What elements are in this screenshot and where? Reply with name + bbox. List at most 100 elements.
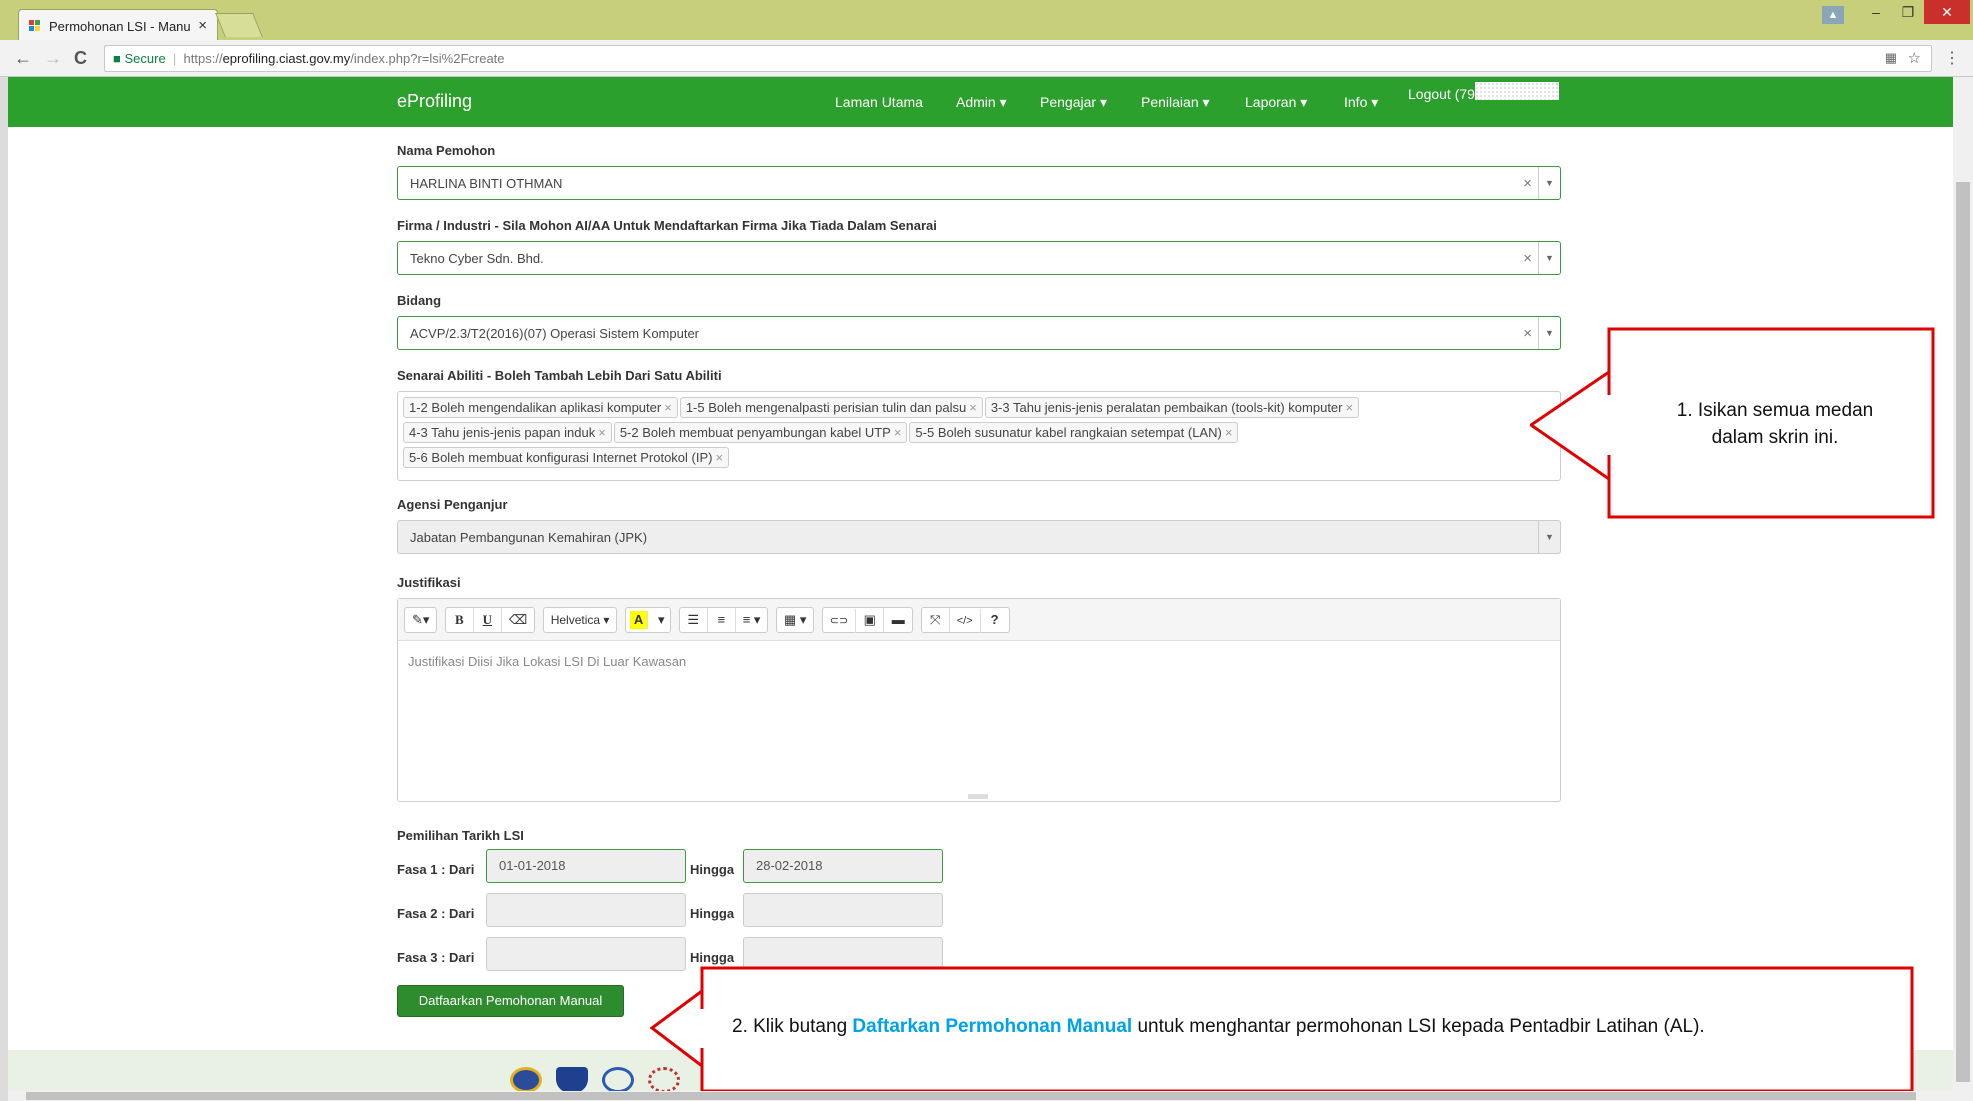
- color-dropdown-icon[interactable]: ▾: [652, 608, 670, 632]
- browser-tab-strip: Permohonan LSI - Manu × ▲ – ❐ ✕: [0, 0, 1973, 40]
- bold-button[interactable]: B: [446, 608, 474, 632]
- url-path: /index.php?r=lsi%2Fcreate: [350, 51, 505, 66]
- translate-icon[interactable]: ▦: [1885, 50, 1897, 66]
- firma-select[interactable]: Tekno Cyber Sdn. Bhd. × ▼: [397, 241, 1561, 275]
- url-field[interactable]: ■ Secure | https://eprofiling.ciast.gov.…: [104, 45, 1932, 72]
- agensi-value: Jabatan Pembangunan Kemahiran (JPK): [410, 530, 648, 545]
- link-icon[interactable]: ⊂⊃: [823, 609, 857, 633]
- editor-placeholder[interactable]: Justifikasi Diisi Jika Lokasi LSI Di Lua…: [398, 641, 1560, 682]
- abiliti-multiselect[interactable]: 1-2 Boleh mengendalikan aplikasi kompute…: [397, 391, 1561, 481]
- bidang-label: Bidang: [397, 293, 442, 308]
- fasa-1-to-input[interactable]: 28-02-2018: [743, 849, 943, 883]
- callout-1-line2: dalam skrin ini.: [1711, 427, 1839, 448]
- table-icon[interactable]: ▦ ▾: [777, 608, 813, 632]
- favicon-icon: [29, 20, 41, 32]
- help-icon[interactable]: ?: [981, 608, 1009, 632]
- nama-label: Nama Pemohon: [397, 143, 496, 158]
- new-tab-button[interactable]: [215, 13, 263, 37]
- profile-icon[interactable]: ▲: [1822, 6, 1844, 24]
- nav-penilaian[interactable]: Penilaian ▾: [1141, 94, 1210, 111]
- font-family-select[interactable]: Helvetica ▾: [544, 608, 617, 632]
- daftarkan-permohonan-button[interactable]: Datfaarkan Pemohonan Manual: [397, 985, 624, 1017]
- firma-value: Tekno Cyber Sdn. Bhd.: [410, 251, 544, 266]
- star-icon[interactable]: ☆: [1908, 49, 1921, 67]
- remove-chip-icon[interactable]: ×: [969, 400, 977, 415]
- clear-icon[interactable]: ×: [1523, 250, 1532, 267]
- remove-chip-icon[interactable]: ×: [664, 400, 672, 415]
- magic-wand-icon[interactable]: ✎▾: [405, 608, 436, 632]
- caret-icon: ▾: [1300, 94, 1308, 110]
- menu-icon[interactable]: ⋮: [1944, 48, 1960, 68]
- close-window-button[interactable]: ✕: [1924, 0, 1970, 24]
- reload-icon[interactable]: C: [74, 48, 87, 69]
- caret-icon: ▾: [1202, 94, 1210, 110]
- nav-admin[interactable]: Admin ▾: [956, 94, 1007, 111]
- abiliti-label: Senarai Abiliti - Boleh Tambah Lebih Dar…: [397, 368, 722, 383]
- nav-info[interactable]: Info ▾: [1344, 94, 1378, 111]
- justifikasi-editor[interactable]: ✎▾ B U ⌫ Helvetica ▾ A ▾ ☰ ≡ ≡ ▾ ▦ ▾ ⊂⊃ ▣ ▬ ⤧ </…: [397, 598, 1561, 802]
- remove-chip-icon[interactable]: ×: [1346, 400, 1354, 415]
- scrollbar-thumb[interactable]: [1956, 182, 1970, 1082]
- bidang-select[interactable]: ACVP/2.3/T2(2016)(07) Operasi Sistem Kom…: [397, 316, 1561, 350]
- fullscreen-icon[interactable]: ⤧: [922, 608, 950, 632]
- remove-chip-icon[interactable]: ×: [598, 425, 606, 440]
- eraser-icon[interactable]: ⌫: [502, 608, 534, 632]
- minimize-button[interactable]: –: [1860, 0, 1892, 24]
- fasa-2-from-input[interactable]: [486, 893, 686, 927]
- fasa-2-to-input[interactable]: [743, 893, 943, 927]
- caret-icon: ▾: [999, 94, 1007, 110]
- clear-icon[interactable]: ×: [1523, 175, 1532, 192]
- code-view-icon[interactable]: </>: [950, 609, 981, 633]
- bidang-value: ACVP/2.3/T2(2016)(07) Operasi Sistem Kom…: [410, 326, 700, 341]
- nav-pengajar[interactable]: Pengajar ▾: [1040, 94, 1107, 111]
- editor-toolbar: ✎▾ B U ⌫ Helvetica ▾ A ▾ ☰ ≡ ≡ ▾ ▦ ▾ ⊂⊃ ▣ ▬ ⤧ </…: [398, 599, 1560, 641]
- abiliti-chip: 1-5 Boleh mengenalpasti perisian tulin d…: [679, 397, 983, 418]
- nama-select[interactable]: HARLINA BINTI OTHMAN × ▼: [397, 166, 1561, 200]
- navbar: eProfiling Laman Utama Admin ▾ Pengajar …: [8, 77, 1953, 127]
- agency-logo-icon: [510, 1067, 542, 1093]
- underline-button[interactable]: U: [474, 608, 502, 632]
- remove-chip-icon[interactable]: ×: [894, 425, 902, 440]
- abiliti-chip: 1-2 Boleh mengendalikan aplikasi kompute…: [403, 397, 678, 418]
- chevron-down-icon: ▼: [1538, 521, 1560, 553]
- justifikasi-label: Justifikasi: [397, 575, 461, 590]
- back-icon[interactable]: ←: [14, 48, 32, 69]
- forward-icon[interactable]: →: [44, 48, 62, 69]
- horizontal-scrollbar[interactable]: [8, 1091, 1953, 1101]
- bullet-list-icon[interactable]: ☰: [680, 608, 708, 632]
- caret-icon: ▾: [1371, 94, 1379, 110]
- nav-logout[interactable]: Logout (79: [1408, 82, 1559, 102]
- redacted-username: [1474, 82, 1559, 100]
- fasa-1-hingga-label: Hingga: [690, 862, 735, 877]
- nav-laporan[interactable]: Laporan ▾: [1245, 94, 1307, 111]
- video-icon[interactable]: ▬: [884, 608, 912, 632]
- close-tab-icon[interactable]: ×: [198, 17, 207, 34]
- callout-1: 1. Isikan semua medan dalam skrin ini.: [1530, 327, 1935, 519]
- secure-label: Secure: [124, 51, 166, 66]
- resize-handle[interactable]: [968, 794, 988, 799]
- jtm-logo-icon: [602, 1067, 634, 1093]
- nama-value: HARLINA BINTI OTHMAN: [410, 176, 563, 191]
- vertical-scrollbar[interactable]: [1953, 77, 1973, 1101]
- ordered-list-icon[interactable]: ≡: [708, 608, 736, 632]
- ciast-logo-icon: [556, 1067, 588, 1093]
- callout-2-prefix: 2. Klik butang: [732, 1016, 853, 1037]
- nav-laman-utama[interactable]: Laman Utama: [835, 94, 923, 110]
- abiliti-chip: 5-5 Boleh susunatur kabel rangkaian sete…: [909, 422, 1239, 443]
- remove-chip-icon[interactable]: ×: [1225, 425, 1233, 440]
- brand-logo[interactable]: eProfiling: [397, 91, 472, 112]
- restore-button[interactable]: ❐: [1892, 0, 1924, 24]
- scrollbar-thumb[interactable]: [26, 1092, 1916, 1100]
- browser-tab[interactable]: Permohonan LSI - Manu ×: [18, 9, 218, 40]
- remove-chip-icon[interactable]: ×: [715, 450, 723, 465]
- abiliti-chip: 5-2 Boleh membuat penyambungan kabel UTP…: [613, 422, 908, 443]
- fasa-1-from-input[interactable]: 01-01-2018: [486, 849, 686, 883]
- align-icon[interactable]: ≡ ▾: [736, 608, 768, 632]
- fasa-3-hingga-label: Hingga: [690, 950, 735, 965]
- text-color-button[interactable]: A: [629, 611, 649, 629]
- chevron-down-icon[interactable]: ▼: [1538, 242, 1560, 274]
- picture-icon[interactable]: ▣: [856, 608, 885, 632]
- chevron-down-icon[interactable]: ▼: [1538, 167, 1560, 199]
- url-host: eprofiling.ciast.gov.my: [222, 51, 351, 66]
- firma-label: Firma / Industri - Sila Mohon AI/AA Untu…: [397, 218, 937, 233]
